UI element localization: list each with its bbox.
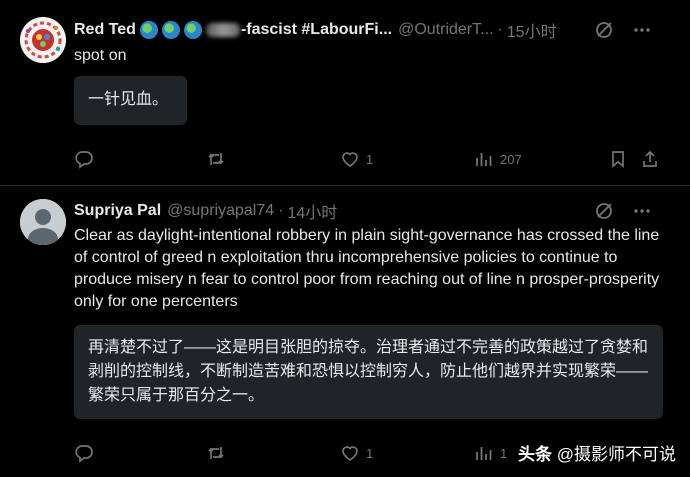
watermark-brand: 头条 bbox=[518, 445, 552, 464]
retweet-icon bbox=[208, 153, 224, 165]
like-button[interactable]: 1 bbox=[340, 443, 373, 463]
like-button[interactable]: 1 bbox=[340, 149, 373, 169]
avatar[interactable] bbox=[20, 199, 66, 245]
action-bar: 1 207 bbox=[74, 149, 666, 171]
translation-box: 再清楚不过了——这是明目张胆的掠夺。治理者通过不完善的政策越过了贪婪和剥削的控制… bbox=[74, 325, 663, 419]
tweet-text: Clear as daylight-intentional robbery in… bbox=[74, 227, 660, 310]
watermark-account: @摄影师不可说 bbox=[556, 445, 676, 464]
timestamp[interactable]: 15小时 bbox=[507, 18, 557, 42]
like-icon bbox=[342, 446, 358, 461]
watermark: 头条 @摄影师不可说 bbox=[518, 440, 676, 465]
separator-dot: · bbox=[278, 202, 284, 219]
user-handle[interactable]: @OutriderT... bbox=[398, 21, 493, 39]
user-handle[interactable]: @supriyapal74 bbox=[167, 202, 274, 220]
more-icon[interactable] bbox=[632, 201, 652, 221]
globe-emoji-icon bbox=[161, 21, 180, 39]
tweet[interactable]: Red Ted -fascist #LabourFi... @OutriderT… bbox=[0, 0, 690, 186]
reply-icon bbox=[75, 445, 93, 463]
tweet-header: Supriya Pal @supriyapal74 · 14小时 bbox=[74, 199, 676, 223]
like-count: 1 bbox=[366, 445, 374, 461]
reply-icon bbox=[75, 151, 93, 169]
share-button[interactable] bbox=[640, 149, 660, 169]
reply-button[interactable] bbox=[74, 149, 100, 169]
view-count: 207 bbox=[500, 151, 522, 167]
like-count: 1 bbox=[366, 151, 374, 167]
bookmark-button[interactable] bbox=[608, 149, 628, 169]
globe-emoji-icon bbox=[183, 21, 202, 39]
retweet-button[interactable] bbox=[206, 149, 232, 169]
display-name[interactable]: Red Ted bbox=[74, 21, 136, 39]
reply-button[interactable] bbox=[74, 443, 100, 463]
share-icon bbox=[643, 150, 657, 167]
grok-icon[interactable] bbox=[594, 20, 614, 40]
like-icon bbox=[342, 152, 358, 167]
display-name[interactable]: Supriya Pal bbox=[74, 202, 161, 220]
tweet-text: spot on bbox=[74, 47, 127, 64]
tweet-header: Red Ted -fascist #LabourFi... @OutriderT… bbox=[74, 18, 676, 42]
redacted-text bbox=[205, 23, 240, 37]
avatar[interactable] bbox=[20, 17, 66, 63]
views-button[interactable]: 207 bbox=[474, 149, 522, 169]
translation-box: 一针见血。 bbox=[74, 76, 187, 125]
more-icon[interactable] bbox=[632, 20, 652, 40]
views-icon bbox=[476, 153, 492, 166]
view-count: 1 bbox=[500, 445, 508, 461]
retweet-button[interactable] bbox=[206, 443, 232, 463]
retweet-icon bbox=[208, 447, 224, 459]
separator-dot: · bbox=[497, 21, 503, 38]
display-name-suffix[interactable]: -fascist #LabourFi... bbox=[241, 21, 392, 39]
bookmark-icon bbox=[612, 151, 624, 168]
tweet[interactable]: Supriya Pal @supriyapal74 · 14小时 Clear a… bbox=[0, 186, 690, 477]
globe-emoji-icon bbox=[139, 21, 158, 39]
grok-icon[interactable] bbox=[594, 201, 614, 221]
views-button[interactable]: 1 bbox=[474, 443, 507, 463]
views-icon bbox=[476, 447, 492, 460]
timestamp[interactable]: 14小时 bbox=[287, 199, 337, 223]
